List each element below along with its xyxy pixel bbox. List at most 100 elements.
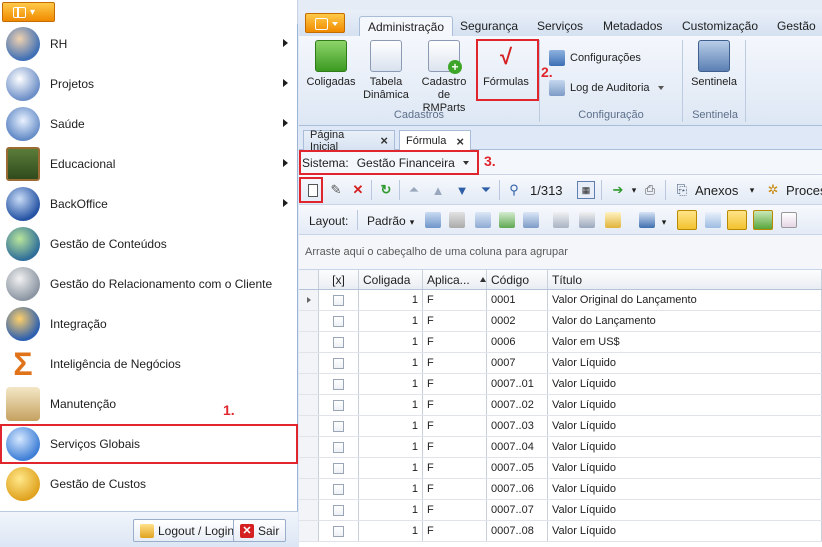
row-checkbox[interactable] <box>333 357 344 369</box>
last-record-button[interactable]: ⏷ <box>477 181 495 199</box>
doc-tab-formula[interactable]: Fórmula × <box>399 130 471 151</box>
menu-item-servicos-globais[interactable]: Serviços Globais <box>0 424 298 464</box>
table-row[interactable]: 1 F 0007..01 Valor Líquido <box>299 374 822 395</box>
tab-servicos[interactable]: Serviços <box>537 16 583 36</box>
row-checkbox-cell[interactable] <box>319 290 359 310</box>
grid-layout-button[interactable] <box>475 212 491 228</box>
table-row[interactable]: 1 F 0007..04 Valor Líquido <box>299 437 822 458</box>
tab-customizacao[interactable]: Customização <box>682 16 758 36</box>
coligada-column-header[interactable]: Coligada <box>359 270 423 289</box>
columns-button[interactable] <box>523 212 539 228</box>
anexos-icon-button[interactable]: ⎘ <box>673 181 691 199</box>
anexos-dropdown[interactable]: ▾ <box>743 181 761 199</box>
menu-item-saude[interactable]: Saúde <box>0 104 298 144</box>
cadastro-rmparts-button[interactable]: + Cadastro de RMParts <box>415 40 473 115</box>
print-button[interactable]: ⎙ <box>641 181 659 199</box>
app-orb-button[interactable] <box>305 13 345 33</box>
menu-item-gestao-do-relacionamento-com-o-cliente[interactable]: Gestão do Relacionamento com o Cliente <box>0 264 298 304</box>
refresh-button[interactable]: ↻ <box>377 181 395 199</box>
view-mode-4-button[interactable] <box>753 210 773 230</box>
menu-item-projetos[interactable]: Projetos <box>0 64 298 104</box>
tab-gestao[interactable]: Gestão <box>777 16 816 36</box>
row-checkbox-cell[interactable] <box>319 416 359 436</box>
row-checkbox[interactable] <box>333 441 344 453</box>
group-by-area[interactable]: Arraste aqui o cabeçalho de uma coluna p… <box>299 235 822 270</box>
row-checkbox-cell[interactable] <box>319 374 359 394</box>
anexos-button[interactable]: Anexos <box>695 183 738 198</box>
table-row[interactable]: 1 F 0002 Valor do Lançamento <box>299 311 822 332</box>
menu-item-gestao-de-conteudos[interactable]: Gestão de Conteúdos <box>0 224 298 264</box>
row-checkbox[interactable] <box>333 483 344 495</box>
app-menu-button[interactable]: ▾ <box>2 2 55 22</box>
view-mode-1-button[interactable] <box>677 210 697 230</box>
menu-item-rh[interactable]: RH <box>0 24 298 64</box>
close-icon[interactable]: × <box>380 133 388 148</box>
chart-button[interactable] <box>639 212 655 228</box>
table-row[interactable]: 1 F 0007..07 Valor Líquido <box>299 500 822 521</box>
row-checkbox-cell[interactable] <box>319 437 359 457</box>
exit-button[interactable]: ✕ Sair <box>233 519 287 542</box>
delete-layout-button[interactable] <box>449 212 465 228</box>
processos-icon-button[interactable]: ✲ <box>764 181 782 199</box>
codigo-column-header[interactable]: Código <box>487 270 548 289</box>
previous-record-button[interactable]: ▲ <box>429 181 447 199</box>
view-mode-2-button[interactable] <box>705 212 721 228</box>
filter-button[interactable] <box>553 212 569 228</box>
table-row[interactable]: 1 F 0007..05 Valor Líquido <box>299 458 822 479</box>
next-record-button[interactable]: ▼ <box>453 181 471 199</box>
row-checkbox[interactable] <box>333 294 344 306</box>
first-record-button[interactable]: ⏶ <box>405 181 423 199</box>
titulo-column-header[interactable]: Título <box>548 270 822 289</box>
close-icon[interactable]: × <box>456 134 464 149</box>
row-checkbox-cell[interactable] <box>319 332 359 352</box>
sentinela-button[interactable]: Sentinela <box>689 40 739 89</box>
row-checkbox-cell[interactable] <box>319 458 359 478</box>
logout-login-button[interactable]: Logout / Login <box>133 519 242 542</box>
row-checkbox-cell[interactable] <box>319 500 359 520</box>
row-checkbox[interactable] <box>333 504 344 516</box>
processos-button[interactable]: Proces <box>786 183 822 198</box>
row-checkbox[interactable] <box>333 336 344 348</box>
sigma-summary-button[interactable] <box>579 212 595 228</box>
font-button[interactable] <box>781 212 797 228</box>
row-checkbox-cell[interactable] <box>319 353 359 373</box>
coligadas-button[interactable]: Coligadas <box>307 40 355 89</box>
log-auditoria-button[interactable]: Log de Auditoria <box>549 78 664 98</box>
menu-item-integracao[interactable]: Integração <box>0 304 298 344</box>
search-button[interactable]: ⚲ <box>505 181 523 199</box>
view-mode-3-button[interactable] <box>727 210 747 230</box>
highlight-format-button[interactable] <box>605 212 621 228</box>
check-column-header[interactable]: [x] <box>319 270 359 289</box>
configuracoes-button[interactable]: Configurações <box>549 48 641 68</box>
menu-item-educacional[interactable]: Educacional <box>0 144 298 184</box>
row-checkbox[interactable] <box>333 462 344 474</box>
row-checkbox-cell[interactable] <box>319 521 359 541</box>
row-checkbox-cell[interactable] <box>319 479 359 499</box>
tab-metadados[interactable]: Metadados <box>603 16 662 36</box>
doc-tab-pagina-inicial[interactable]: Página Inicial × <box>303 129 395 153</box>
table-row[interactable]: 1 F 0007..08 Valor Líquido <box>299 521 822 542</box>
export-layout-button[interactable] <box>499 212 515 228</box>
table-row[interactable]: 1 F 0006 Valor em US$ <box>299 332 822 353</box>
menu-item-inteligencia-de-negocios[interactable]: Σ Inteligência de Negócios <box>0 344 298 384</box>
table-row[interactable]: 1 F 0007..02 Valor Líquido <box>299 395 822 416</box>
padrao-caret[interactable]: ▾ <box>403 213 421 231</box>
edit-button[interactable]: ✎ <box>327 181 345 199</box>
menu-item-manutencao[interactable]: Manutenção <box>0 384 298 424</box>
row-checkbox[interactable] <box>333 525 344 537</box>
menu-item-gestao-de-custos[interactable]: Gestão de Custos <box>0 464 298 504</box>
table-row[interactable]: 1 F 0007..03 Valor Líquido <box>299 416 822 437</box>
aplicacao-column-header[interactable]: Aplica... <box>423 270 487 289</box>
chart-dropdown[interactable]: ▾ <box>655 213 673 231</box>
table-row[interactable]: 1 F 0007 Valor Líquido <box>299 353 822 374</box>
row-checkbox[interactable] <box>333 315 344 327</box>
table-row[interactable]: 1 F 0007..06 Valor Líquido <box>299 479 822 500</box>
tab-administracao[interactable]: Administração <box>359 16 454 36</box>
row-checkbox[interactable] <box>333 420 344 432</box>
delete-button[interactable]: ✕ <box>349 181 367 199</box>
calendar-button[interactable]: ▦ <box>577 181 595 199</box>
tabela-dinamica-button[interactable]: Tabela Dinâmica <box>361 40 411 102</box>
save-layout-button[interactable] <box>425 212 441 228</box>
tab-seguranca[interactable]: Segurança <box>460 16 518 36</box>
row-checkbox[interactable] <box>333 399 344 411</box>
